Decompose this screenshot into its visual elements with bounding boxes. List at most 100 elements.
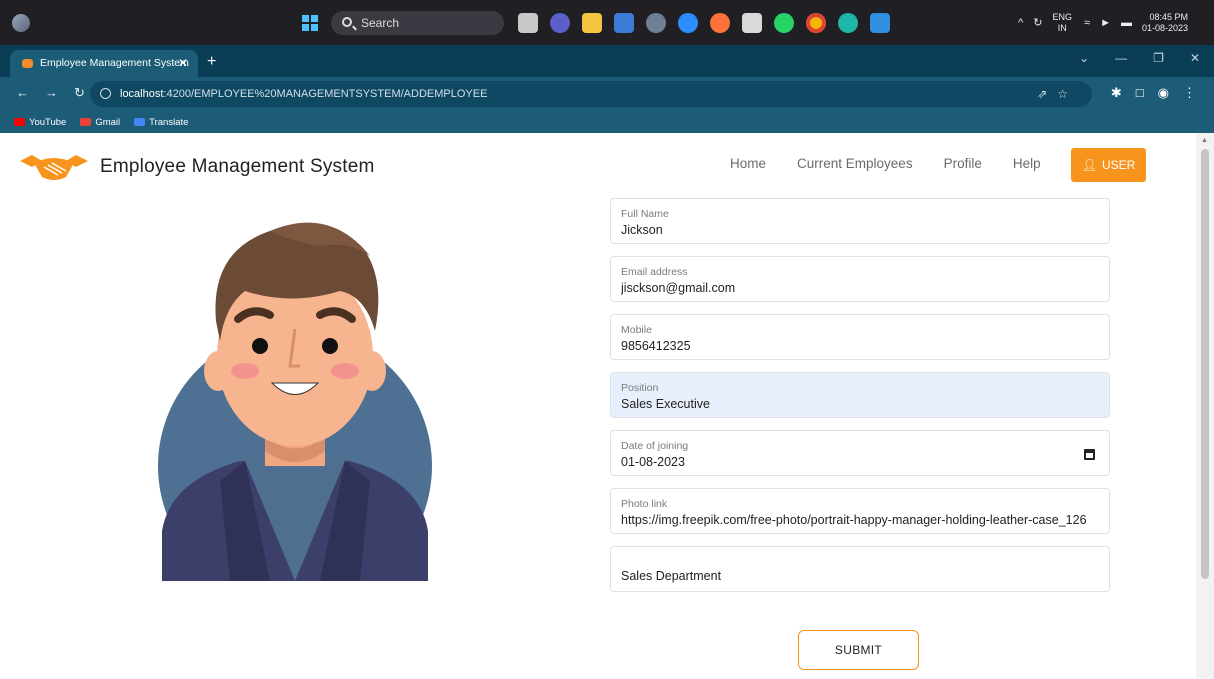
date-of-joining-label: Date of joining	[621, 440, 689, 452]
handshake-favicon-icon	[22, 59, 33, 68]
position-field[interactable]: Position Sales Executive	[610, 372, 1110, 418]
minimize-icon[interactable]: —	[1115, 51, 1127, 65]
bookmark-label: Gmail	[95, 116, 121, 128]
reload-icon[interactable]: ↻	[74, 85, 85, 101]
photo-link-label: Photo link	[621, 498, 668, 510]
email-field[interactable]: Email address jisckson@gmail.com	[610, 256, 1110, 302]
bookmark-translate[interactable]: Translate	[134, 117, 188, 128]
page-scrollbar[interactable]: ▲	[1196, 133, 1214, 679]
full-name-input[interactable]: Jickson	[621, 223, 1091, 237]
taskbar-search[interactable]: Search	[331, 11, 504, 35]
site-brand[interactable]: Employee Management System	[18, 151, 375, 183]
bookmark-youtube[interactable]: YouTube	[14, 117, 66, 128]
app-icon[interactable]	[614, 13, 634, 33]
whatsapp-icon[interactable]	[774, 13, 794, 33]
edge-icon[interactable]	[838, 13, 858, 33]
main-nav: Home Current Employees Profile Help 👤︎ U…	[730, 148, 1146, 182]
user-icon: 👤︎	[1081, 158, 1097, 172]
user-button[interactable]: 👤︎ USER	[1071, 148, 1146, 182]
close-window-icon[interactable]: ✕	[1190, 51, 1200, 65]
user-button-label: USER	[1101, 158, 1136, 172]
zoom-icon[interactable]	[678, 13, 698, 33]
bookmark-gmail[interactable]: Gmail	[80, 117, 120, 128]
teams-icon[interactable]	[550, 13, 570, 33]
side-panel-icon[interactable]: □	[1136, 85, 1144, 101]
widgets-icon[interactable]	[12, 14, 30, 32]
start-button[interactable]	[302, 15, 318, 31]
extension-icons: ✱ □ ◉ ⋮	[1111, 85, 1196, 101]
mobile-label: Mobile	[621, 324, 652, 336]
tab-title: Employee Management System	[40, 57, 189, 69]
position-input[interactable]: Sales Executive	[621, 397, 1091, 411]
chrome-icon[interactable]	[806, 13, 826, 33]
battery-icon[interactable]: ▬	[1121, 17, 1132, 29]
department-select[interactable]: Sales Department	[621, 569, 1091, 583]
language-indicator[interactable]: ENG IN	[1053, 12, 1073, 34]
profile-avatar-icon[interactable]: ◉	[1158, 85, 1169, 101]
volume-icon[interactable]: ►	[1100, 17, 1111, 29]
mobile-input[interactable]: 9856412325	[621, 339, 1091, 353]
calendar-icon[interactable]	[1084, 449, 1095, 460]
department-field[interactable]: Sales Department	[610, 546, 1110, 592]
url-path: :4200/EMPLOYEE%20MANAGEMENTSYSTEM/ADDEMP…	[163, 88, 488, 100]
share-bookmark-icons[interactable]: ⇗☆	[1037, 81, 1078, 107]
browser-tab-strip: Employee Management System ✕ + ⌄ — ❐ ✕	[0, 45, 1214, 77]
close-tab-icon[interactable]: ✕	[178, 50, 188, 77]
clock-time: 08:45 PM	[1149, 11, 1188, 22]
search-icon	[342, 17, 352, 27]
system-tray: ^ ↻ ENG IN ≈ ► ▬ 08:45 PM 01-08-2023	[1018, 0, 1214, 45]
url-input[interactable]: localhost:4200/EMPLOYEE%20MANAGEMENTSYST…	[90, 81, 1092, 107]
maximize-icon[interactable]: ❐	[1153, 51, 1164, 65]
submit-button[interactable]: SUBMIT	[798, 630, 919, 670]
back-icon[interactable]: ←	[16, 85, 29, 101]
chevron-up-icon[interactable]: ^	[1018, 17, 1023, 29]
more-menu-icon[interactable]: ⋮	[1183, 85, 1196, 101]
scrollbar-thumb[interactable]	[1201, 149, 1209, 579]
wifi-icon[interactable]: ≈	[1084, 17, 1090, 29]
taskbar-search-label: Search	[361, 16, 400, 30]
full-name-label: Full Name	[621, 208, 669, 220]
bookmarks-bar: YouTube Gmail Translate	[0, 111, 1214, 133]
site-info-icon[interactable]	[100, 88, 111, 99]
photo-link-field[interactable]: Photo link https://img.freepik.com/free-…	[610, 488, 1110, 534]
task-view-icon[interactable]	[518, 13, 538, 33]
nav-help[interactable]: Help	[1013, 156, 1041, 171]
window-controls: ⌄ — ❐ ✕	[1079, 51, 1200, 65]
photo-link-input[interactable]: https://img.freepik.com/free-photo/portr…	[621, 513, 1091, 527]
language-code: ENG	[1052, 11, 1073, 22]
date-of-joining-field[interactable]: Date of joining 01-08-2023	[610, 430, 1110, 476]
email-input[interactable]: jisckson@gmail.com	[621, 281, 1091, 295]
forward-icon[interactable]: →	[45, 85, 58, 101]
nav-home[interactable]: Home	[730, 156, 766, 171]
clock[interactable]: 08:45 PM 01-08-2023	[1142, 12, 1188, 34]
sync-icon[interactable]: ↻	[1033, 16, 1042, 29]
translate-icon	[134, 118, 146, 126]
new-tab-icon[interactable]: +	[207, 50, 216, 74]
nav-current-employees[interactable]: Current Employees	[797, 156, 913, 171]
store-icon[interactable]	[742, 13, 762, 33]
full-name-field[interactable]: Full Name Jickson	[610, 198, 1110, 244]
address-bar-row: ← → ↻ localhost:4200/EMPLOYEE%20MANAGEME…	[0, 77, 1214, 111]
firefox-icon[interactable]	[710, 13, 730, 33]
scroll-up-icon[interactable]: ▲	[1201, 137, 1208, 144]
employee-avatar-illustration	[158, 222, 432, 581]
bookmark-label: Translate	[149, 116, 189, 128]
site-title: Employee Management System	[100, 156, 375, 177]
extensions-icon[interactable]: ✱	[1111, 85, 1122, 101]
gmail-icon	[80, 118, 92, 126]
handshake-logo-icon	[20, 155, 88, 180]
file-explorer-icon[interactable]	[582, 13, 602, 33]
camera-icon[interactable]	[646, 13, 666, 33]
clock-date: 01-08-2023	[1141, 22, 1188, 33]
nav-profile[interactable]: Profile	[944, 156, 982, 171]
youtube-icon	[14, 118, 25, 126]
date-of-joining-input[interactable]: 01-08-2023	[621, 455, 1091, 469]
browser-tab[interactable]: Employee Management System ✕	[10, 50, 198, 77]
vscode-icon[interactable]	[870, 13, 890, 33]
email-label: Email address	[621, 266, 688, 278]
mobile-field[interactable]: Mobile 9856412325	[610, 314, 1110, 360]
page-content: Employee Management System Home Current …	[0, 133, 1196, 679]
tab-search-chevron-icon[interactable]: ⌄	[1079, 51, 1089, 65]
navigation-buttons: ← → ↻	[16, 85, 85, 101]
windows-taskbar: Search ^ ↻ ENG IN ≈ ► ▬ 08:45 PM 01-08-2…	[0, 0, 1214, 45]
